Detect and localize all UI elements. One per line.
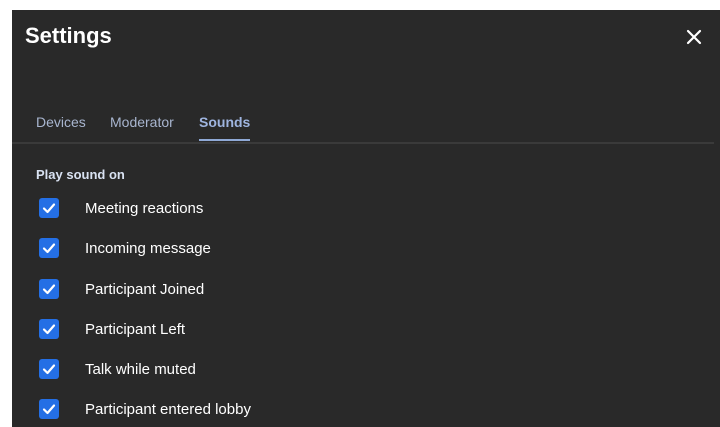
option-label: Meeting reactions [85,199,204,217]
checkmark-icon [42,324,56,335]
tab-moderator[interactable]: Moderator [110,114,174,140]
option-label: Participant entered lobby [85,400,251,418]
close-button[interactable] [682,25,706,49]
checkbox[interactable] [39,238,59,258]
checkbox[interactable] [39,279,59,299]
option-label: Incoming message [85,239,211,257]
option-label: Participant Left [85,320,186,338]
option-talk-while-muted[interactable]: Talk while muted [39,357,196,381]
option-label: Participant Joined [85,280,205,298]
tab-devices[interactable]: Devices [36,114,86,140]
close-icon [686,29,702,45]
option-participant-left[interactable]: Participant Left [39,317,185,341]
option-participant-entered-lobby[interactable]: Participant entered lobby [39,397,251,421]
dialog-title: Settings [25,23,112,48]
option-meeting-reactions[interactable]: Meeting reactions [39,196,203,220]
tab-bar: Devices Moderator Sounds [12,110,714,144]
checkmark-icon [42,364,56,375]
settings-dialog: Settings Devices Moderator Sounds Play s… [12,10,720,427]
checkmark-icon [42,203,56,214]
checkbox[interactable] [39,399,59,419]
checkbox[interactable] [39,359,59,379]
option-label: Talk while muted [85,360,196,378]
tab-sounds[interactable]: Sounds [199,114,251,141]
checkmark-icon [42,404,56,415]
checkmark-icon [42,284,56,295]
option-participant-joined[interactable]: Participant Joined [39,277,204,301]
checkbox[interactable] [39,319,59,339]
section-label: Play sound on [36,167,125,182]
checkmark-icon [42,243,56,254]
checkbox[interactable] [39,198,59,218]
option-incoming-message[interactable]: Incoming message [39,236,211,260]
